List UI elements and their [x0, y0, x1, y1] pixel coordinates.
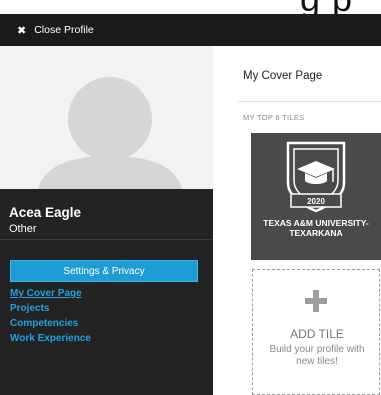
- nav-item-my-cover-page[interactable]: My Cover Page: [10, 286, 91, 301]
- add-tile-title: ADD TILE: [290, 327, 344, 341]
- nav-item-competencies[interactable]: Competencies: [10, 316, 91, 331]
- tile-caption-line1: TEXAS A&M UNIVERSITY-: [263, 218, 369, 228]
- tile-caption: TEXAS A&M UNIVERSITY- TEXARKANA: [251, 218, 381, 238]
- tile-caption-line2: TEXARKANA: [289, 228, 343, 238]
- nav-item-projects[interactable]: Projects: [10, 301, 91, 316]
- section-label: MY TOP 8 TILES: [243, 113, 305, 122]
- avatar: [0, 46, 213, 189]
- header-bar: ✖ Close Profile: [0, 14, 381, 46]
- add-tile-desc-line1: Build your profile with: [269, 344, 365, 355]
- main-panel: My Cover Page MY TOP 8 TILES 2020 TEXAS …: [213, 46, 381, 395]
- close-profile-button[interactable]: ✖ Close Profile: [17, 24, 94, 37]
- tile-year: 2020: [307, 197, 325, 206]
- profile-name: Acea Eagle: [9, 205, 82, 220]
- add-tile-description: Build your profile with new tiles!: [253, 344, 381, 368]
- add-tile-desc-line2: new tiles!: [296, 356, 338, 367]
- profile-role: Other: [9, 223, 37, 235]
- tile-texas-am-texarkana[interactable]: 2020 TEXAS A&M UNIVERSITY- TEXARKANA: [251, 133, 381, 260]
- close-x-icon: ✖: [17, 24, 27, 37]
- nav-item-work-experience[interactable]: Work Experience: [10, 331, 91, 346]
- divider: [0, 239, 213, 240]
- title-divider: [238, 101, 381, 102]
- plus-icon: [305, 290, 327, 312]
- name-block: Acea Eagle Other: [0, 189, 213, 239]
- add-tile-button[interactable]: ADD TILE Build your profile with new til…: [252, 269, 380, 395]
- top-strip: g p: [0, 0, 381, 14]
- profile-sidebar: Acea Eagle Other Settings & Privacy My C…: [0, 46, 213, 395]
- default-avatar-icon: [0, 46, 213, 189]
- settings-privacy-button[interactable]: Settings & Privacy: [10, 260, 198, 282]
- heading-fragment: g p: [300, 0, 353, 14]
- profile-nav: My Cover Page Projects Competencies Work…: [10, 286, 91, 346]
- close-profile-label: Close Profile: [34, 24, 94, 36]
- page-title: My Cover Page: [243, 70, 323, 82]
